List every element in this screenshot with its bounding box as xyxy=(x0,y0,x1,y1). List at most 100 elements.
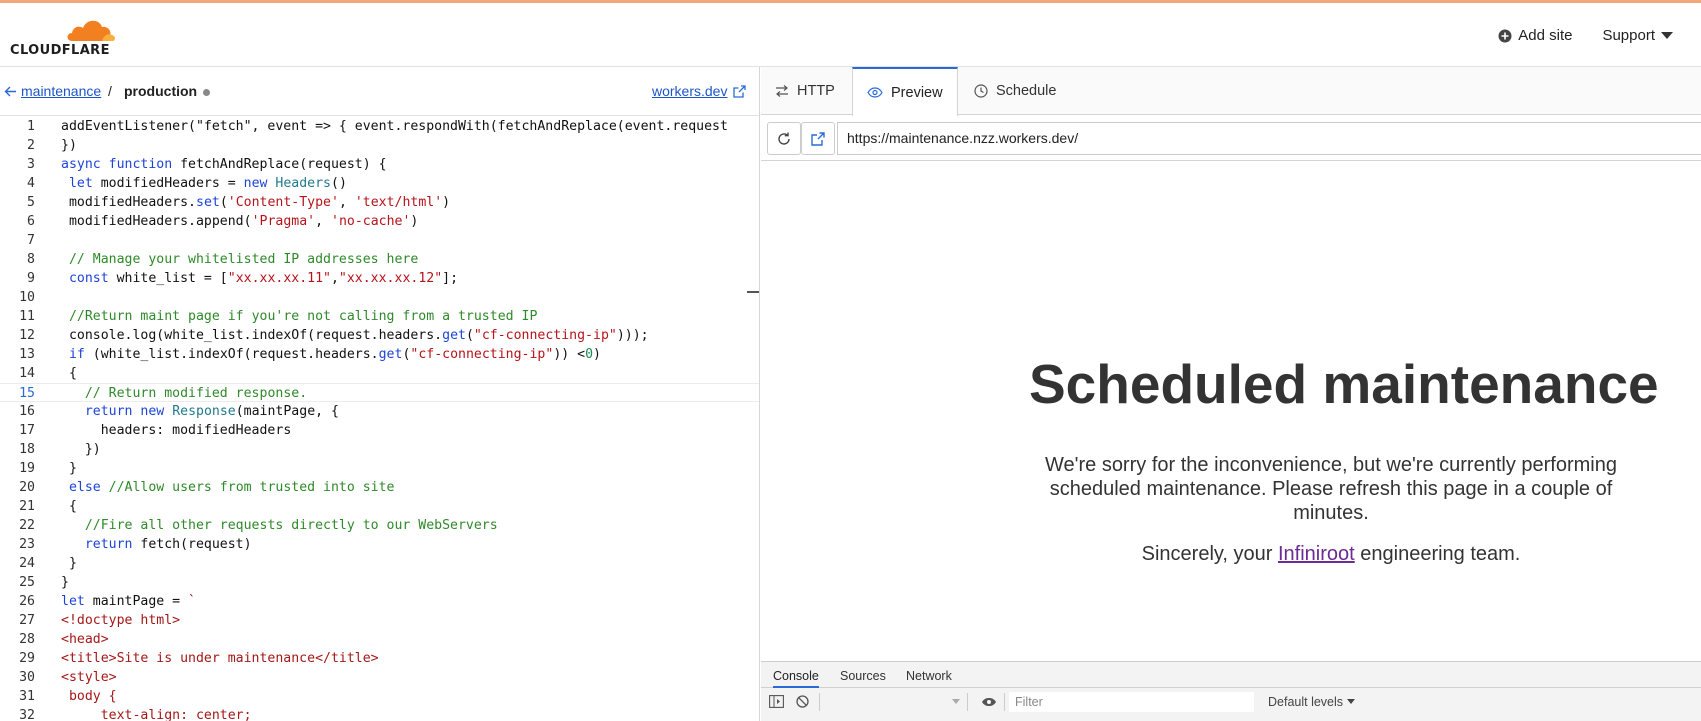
cloudflare-wordmark: CLOUDFLARE xyxy=(10,43,110,58)
code-token: } xyxy=(61,459,77,478)
code-token: ( xyxy=(465,328,474,343)
code-token: fetchAndReplace(request) { xyxy=(172,157,387,172)
external-link-icon xyxy=(811,131,825,146)
preview-signature: Sincerely, your Infiniroot engineering t… xyxy=(1041,543,1621,566)
code-token: ( xyxy=(219,195,228,210)
code-token: 'Content-Type' xyxy=(227,195,339,210)
code-line-active: 15 // Return modified response. xyxy=(0,383,759,403)
code-token: body { xyxy=(68,689,117,704)
code-token: ) xyxy=(593,347,601,362)
signature-suffix: engineering team. xyxy=(1354,543,1521,565)
clear-console-icon[interactable] xyxy=(796,695,809,708)
devtools-tab-console[interactable]: Console xyxy=(773,669,819,688)
code-line: 25} xyxy=(0,573,759,592)
context-dropdown-icon[interactable] xyxy=(952,699,960,705)
code-token: <title>Site is under maintenance</title> xyxy=(61,651,379,666)
code-token: ) xyxy=(442,195,451,210)
code-line: 7 xyxy=(0,231,759,250)
open-external-button[interactable] xyxy=(801,122,835,155)
code-token: // Return modified response. xyxy=(84,386,308,401)
line-number: 17 xyxy=(19,423,35,438)
code-token: const white_list = ["xx.xx.xx.11","xx.xx… xyxy=(61,269,458,288)
add-site-button[interactable]: Add site xyxy=(1498,27,1572,44)
line-number: 10 xyxy=(19,290,35,305)
code-token: //Return maint page if you're not callin… xyxy=(61,307,537,326)
line-number: 1 xyxy=(27,119,35,134)
line-number: 22 xyxy=(19,518,35,533)
code-token: maintPage = xyxy=(84,594,189,609)
code-token: () xyxy=(331,176,347,191)
code-line: 32 text-align: center; xyxy=(0,706,759,721)
code-token: text-align: center; xyxy=(100,708,252,721)
tab-http[interactable]: HTTP xyxy=(761,67,849,115)
code-token: return new Response(maintPage, { xyxy=(61,402,339,421)
code-line: 30 <style> xyxy=(0,668,759,687)
code-token: <style> xyxy=(61,668,117,687)
code-token: addEventListener("fetch", event => { eve… xyxy=(61,119,728,134)
code-line: 8 // Manage your whitelisted IP addresse… xyxy=(0,250,759,269)
line-number: 9 xyxy=(27,271,35,286)
code-area[interactable]: 1 addEventListener("fetch", event => { ev… xyxy=(0,117,759,721)
code-token: { xyxy=(61,364,77,383)
code-line: 16 return new Response(maintPage, { xyxy=(0,402,759,421)
line-number: 7 xyxy=(27,233,35,248)
breadcrumb-parent-link[interactable]: maintenance xyxy=(21,83,101,99)
reload-button[interactable] xyxy=(767,122,801,155)
workers-dev-label: workers.dev xyxy=(652,83,728,99)
tab-schedule[interactable]: Schedule xyxy=(960,67,1070,115)
preview-pane: HTTP Preview Schedule https://maintenanc… xyxy=(761,67,1701,721)
line-number: 31 xyxy=(19,689,35,704)
url-field[interactable]: https://maintenance.nzz.workers.dev/ xyxy=(837,122,1701,155)
eye-icon[interactable] xyxy=(981,697,997,707)
caret-down-icon xyxy=(1661,31,1673,39)
infiniroot-link[interactable]: Infiniroot xyxy=(1278,543,1355,565)
console-filter-input[interactable]: Filter xyxy=(1009,692,1254,712)
code-token: }) xyxy=(61,440,101,459)
toolbar-divider xyxy=(819,693,820,711)
clock-icon xyxy=(974,84,988,98)
code-token: return xyxy=(84,404,133,419)
code-token: }) xyxy=(84,442,101,457)
code-line: 24 } xyxy=(0,554,759,573)
line-number: 32 xyxy=(19,708,35,721)
sidebar-toggle-icon[interactable] xyxy=(769,695,784,708)
code-token: // Return modified response. xyxy=(61,384,307,403)
scroll-marker[interactable] xyxy=(747,291,759,293)
code-line: 26 let maintPage = ` xyxy=(0,592,759,611)
workers-dev-link[interactable]: workers.dev xyxy=(652,83,747,99)
cloudflare-logo[interactable]: CLOUDFLARE xyxy=(8,13,118,59)
code-token: } xyxy=(61,573,69,592)
devtools-tab-sources[interactable]: Sources xyxy=(840,669,886,683)
toolbar-divider xyxy=(1004,693,1005,711)
line-number: 8 xyxy=(27,252,35,267)
code-token: <title>Site is under maintenance</title> xyxy=(61,649,379,668)
line-number: 6 xyxy=(27,214,35,229)
line-number: 27 xyxy=(19,613,35,628)
code-token: text-align: center; xyxy=(61,706,252,721)
devtools-tabs: Console Sources Network xyxy=(761,662,1701,688)
support-dropdown[interactable]: Support xyxy=(1602,27,1673,44)
code-token: //Allow users from trusted into site xyxy=(100,480,395,495)
tab-schedule-label: Schedule xyxy=(996,83,1057,99)
log-levels-dropdown[interactable]: Default levels xyxy=(1268,695,1356,709)
code-token: Headers xyxy=(275,176,331,191)
code-line: 9 const white_list = ["xx.xx.xx.11","xx.… xyxy=(0,269,759,288)
tab-preview[interactable]: Preview xyxy=(852,67,958,116)
tab-bar: HTTP Preview Schedule xyxy=(761,67,1701,116)
code-token: , xyxy=(338,195,355,210)
code-token: new xyxy=(140,404,165,419)
back-link[interactable]: maintenance xyxy=(4,83,101,99)
code-token: "cf-connecting-ip" xyxy=(410,347,554,362)
code-token: set xyxy=(196,195,220,210)
code-token: <style> xyxy=(61,670,117,685)
code-token: headers: modifiedHeaders xyxy=(61,421,292,440)
line-number: 25 xyxy=(19,575,35,590)
code-line: 31 body { xyxy=(0,687,759,706)
code-line: 14 { xyxy=(0,364,759,383)
code-token: 0 xyxy=(585,347,594,362)
devtools-tab-network[interactable]: Network xyxy=(906,669,952,683)
breadcrumb-separator: / xyxy=(108,83,112,99)
code-token: new xyxy=(243,176,268,191)
line-number: 24 xyxy=(19,556,35,571)
signature-prefix: Sincerely, your xyxy=(1141,543,1278,565)
